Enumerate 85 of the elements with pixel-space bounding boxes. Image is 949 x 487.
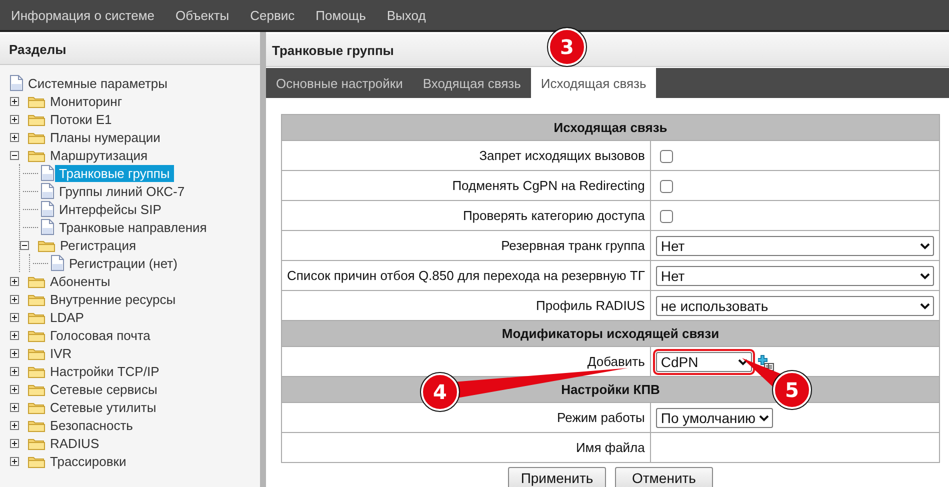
folder-icon — [28, 274, 45, 288]
menu-item[interactable]: Выход — [378, 8, 434, 22]
expand-icon[interactable] — [10, 312, 19, 322]
menu-item[interactable]: Сервис — [242, 8, 303, 22]
folder-icon — [28, 292, 45, 306]
folder-icon — [28, 454, 45, 468]
tree-item[interactable]: LDAP — [46, 308, 88, 326]
menu-item[interactable]: Помощь — [308, 8, 374, 22]
folder-icon — [28, 418, 45, 432]
field-label: Запрет исходящих вызовов — [282, 140, 650, 170]
tree-item[interactable]: Интерфейсы SIP — [55, 200, 166, 218]
field-label: Список причин отбоя Q.850 для перехода на резервную ТГ — [282, 260, 650, 290]
tree-item[interactable]: Регистрации (нет) — [65, 254, 182, 272]
dropdown[interactable]: Нет — [656, 236, 934, 256]
page-icon — [41, 183, 54, 199]
collapse-icon[interactable] — [20, 240, 29, 250]
expand-icon[interactable] — [10, 276, 19, 286]
expand-icon[interactable] — [10, 366, 19, 376]
callout-marker: 3 — [547, 27, 587, 67]
folder-icon — [38, 238, 55, 252]
page-icon — [41, 201, 54, 217]
tree-item[interactable]: Настройки TCP/IP — [46, 362, 164, 380]
folder-icon — [28, 328, 45, 342]
dropdown[interactable]: не использовать — [656, 296, 934, 316]
tree-item[interactable]: RADIUS — [46, 434, 104, 452]
field-label: Имя файла — [282, 432, 650, 462]
field-label: Проверять категорию доступа — [282, 200, 650, 230]
page-icon — [10, 75, 23, 91]
collapse-icon[interactable] — [10, 150, 19, 160]
tree-item[interactable]: Абоненты — [46, 272, 114, 290]
page-icon — [41, 165, 54, 181]
folder-icon — [28, 94, 45, 108]
folder-icon — [28, 382, 45, 396]
tab[interactable]: Основные настройки — [266, 68, 413, 98]
tree-item[interactable]: Трассировки — [46, 452, 130, 470]
expand-icon[interactable] — [10, 294, 19, 304]
section-header: Исходящая связь — [282, 114, 940, 140]
expand-icon[interactable] — [10, 420, 19, 430]
tree-item[interactable]: Маршрутизация — [46, 146, 152, 164]
tree-item[interactable]: IVR — [46, 344, 76, 362]
folder-icon — [28, 310, 45, 324]
page-icon — [51, 255, 64, 271]
form-button[interactable]: Применить — [508, 467, 606, 487]
expand-icon[interactable] — [10, 348, 19, 358]
checkbox[interactable] — [660, 150, 673, 164]
expand-icon[interactable] — [10, 114, 19, 124]
checkbox[interactable] — [660, 210, 673, 224]
tree-item[interactable]: Потоки E1 — [46, 110, 116, 128]
expand-icon[interactable] — [10, 330, 19, 340]
expand-icon[interactable] — [10, 402, 19, 412]
page-icon — [41, 219, 54, 235]
folder-icon — [28, 400, 45, 414]
tree-item[interactable]: Системные параметры — [24, 74, 172, 92]
menu-item[interactable]: Информация о системе — [3, 8, 163, 22]
expand-icon[interactable] — [10, 132, 19, 142]
dropdown[interactable]: Нет — [656, 266, 934, 286]
form-button[interactable]: Отменить — [615, 467, 713, 487]
tree-item[interactable]: Группы линий ОКС-7 — [55, 182, 189, 200]
expand-icon[interactable] — [10, 96, 19, 106]
tree-item[interactable]: Внутренние ресурсы — [46, 290, 180, 308]
field-label: Подменять CgPN на Redirecting — [282, 170, 650, 200]
folder-icon — [28, 364, 45, 378]
tree-item[interactable]: Планы нумерации — [46, 128, 164, 146]
tab[interactable]: Входящая связь — [412, 68, 531, 98]
tree-item[interactable]: Безопасность — [46, 416, 137, 434]
tree-item[interactable]: Регистрация — [56, 236, 140, 254]
expand-icon[interactable] — [10, 438, 19, 448]
folder-icon — [28, 148, 45, 162]
expand-icon[interactable] — [10, 456, 19, 466]
folder-icon — [28, 130, 45, 144]
tree-item[interactable]: Сетевые сервисы — [46, 380, 162, 398]
tree-item[interactable]: Сетевые утилиты — [46, 398, 160, 416]
tab[interactable]: Исходящая связь — [530, 68, 656, 98]
folder-icon — [28, 436, 45, 450]
tree-item[interactable]: Голосовая почта — [46, 326, 154, 344]
menu-item[interactable]: Объекты — [168, 8, 238, 22]
expand-icon[interactable] — [10, 384, 19, 394]
section-header: Модификаторы исходящей связи — [282, 320, 940, 346]
field-label: Резервная транк группа — [282, 230, 650, 260]
tree-item[interactable]: Транковые направления — [55, 218, 211, 236]
folder-icon — [28, 346, 45, 360]
checkbox[interactable] — [660, 180, 673, 194]
dropdown[interactable]: По умолчанию — [656, 408, 773, 428]
tree-item[interactable]: Мониторинг — [46, 92, 126, 110]
folder-icon — [28, 112, 45, 126]
